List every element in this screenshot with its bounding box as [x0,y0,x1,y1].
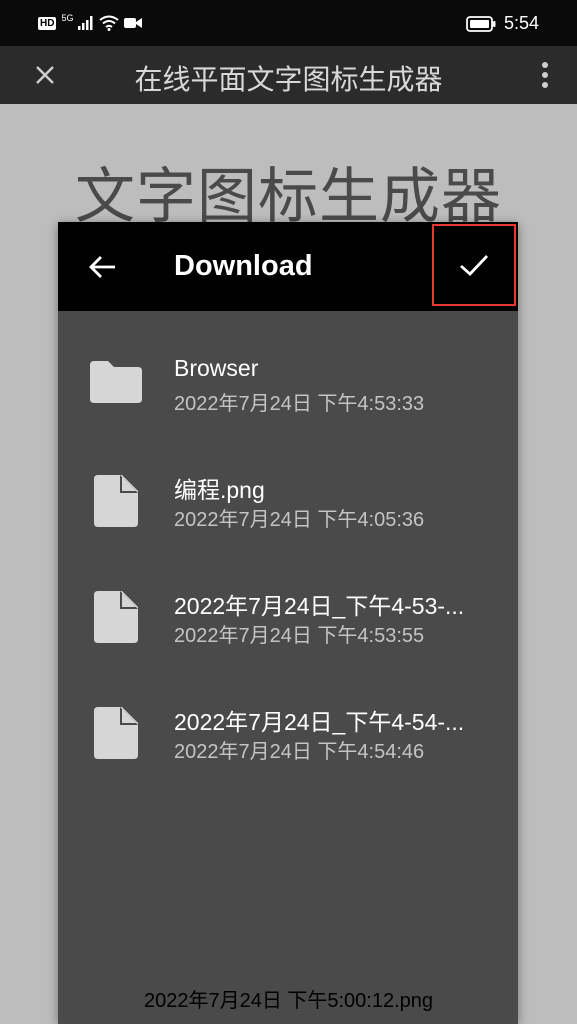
hd-badge: HD [38,16,57,30]
more-options-button[interactable] [535,58,555,92]
wifi-icon [99,15,120,31]
file-name: 2022年7月24日_下午4-54-... [174,709,465,735]
file-date: 2022年7月24日 下午4:54:46 [174,741,425,763]
folder-icon [90,361,142,403]
network-type: 5G [61,13,74,23]
dialog-header: Download [58,222,518,311]
file-name: 2022年7月24日_下午4-53-... [174,593,465,619]
file-icon [94,475,138,527]
clock: 5:54 [503,13,539,33]
file-icon [94,591,138,643]
back-arrow-icon [89,256,115,278]
file-date: 2022年7月24日 下午4:53:55 [174,625,425,647]
file-list: Browser 2022年7月24日 下午4:53:33 编程.png 2022… [58,311,518,775]
signal-icon [78,16,93,30]
status-left: HD 5G [38,13,143,31]
dialog-title: Download [174,250,313,282]
file-name: Browser [174,355,259,381]
list-item[interactable]: 编程.png 2022年7月24日 下午4:05:36 [58,427,518,543]
file-date: 2022年7月24日 下午4:53:33 [174,393,425,415]
selected-filename: 2022年7月24日 下午5:00:12.png [143,990,434,1012]
confirm-button[interactable] [432,224,516,306]
file-picker-dialog: Download Browser 2022年7月24日 下午4:53:33 编程… [58,222,518,1024]
app-title: 在线平面文字图标生成器 [134,63,443,96]
file-name: 编程.png [174,477,265,503]
app-bar: 在线平面文字图标生成器 [0,46,577,104]
list-item[interactable]: 2022年7月24日_下午4-53-... 2022年7月24日 下午4:53:… [58,543,518,659]
list-item[interactable]: Browser 2022年7月24日 下午4:53:33 [58,311,518,427]
video-camera-icon [124,18,143,28]
file-date: 2022年7月24日 下午4:05:36 [174,509,425,531]
back-button[interactable] [86,250,120,284]
list-item[interactable]: 2022年7月24日_下午4-54-... 2022年7月24日 下午4:54:… [58,659,518,775]
battery-icon [466,15,496,32]
status-bar: HD 5G 5:54 [0,0,577,46]
file-icon [94,707,138,759]
check-icon [460,255,489,276]
more-vertical-icon [542,62,548,88]
status-right: 5:54 [466,13,539,34]
